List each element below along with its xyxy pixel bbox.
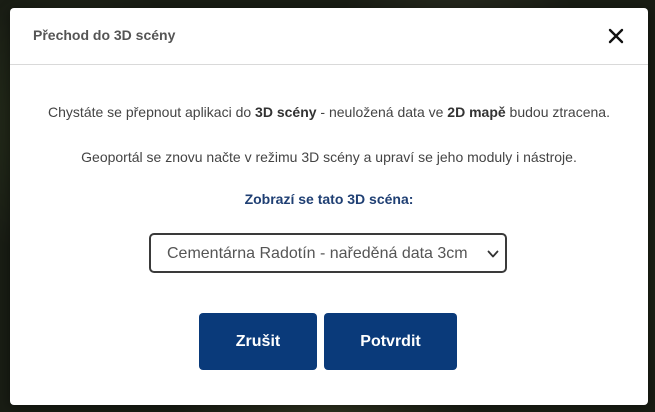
confirm-button[interactable]: Potvrdit: [324, 313, 457, 370]
dialog-header: Přechod do 3D scény: [10, 8, 648, 65]
scene-select[interactable]: Cementárna Radotín - naředěná data 3cm: [149, 233, 507, 273]
reload-info-message: Geoportál se znovu načte v režimu 3D scé…: [81, 149, 577, 165]
warning-bold-2d-map: 2D mapě: [447, 104, 506, 120]
warning-text-2: - neuložená data ve: [316, 104, 448, 120]
warning-message: Chystáte se přepnout aplikaci do 3D scén…: [10, 104, 648, 120]
dialog-title: Přechod do 3D scény: [33, 27, 176, 43]
close-button[interactable]: [604, 24, 628, 48]
close-icon: [608, 28, 624, 44]
cancel-button[interactable]: Zrušit: [199, 313, 317, 370]
warning-text-3: budou ztracena.: [505, 104, 610, 120]
switch-to-3d-dialog: Přechod do 3D scény Chystáte se přepnout…: [10, 8, 648, 405]
chevron-down-icon: [487, 250, 499, 258]
scene-select-value: Cementárna Radotín - naředěná data 3cm: [167, 245, 468, 262]
scene-label: Zobrazí se tato 3D scéna:: [244, 191, 414, 207]
warning-text-1: Chystáte se přepnout aplikaci do: [48, 104, 256, 120]
warning-bold-3d-scene: 3D scény: [255, 104, 317, 120]
